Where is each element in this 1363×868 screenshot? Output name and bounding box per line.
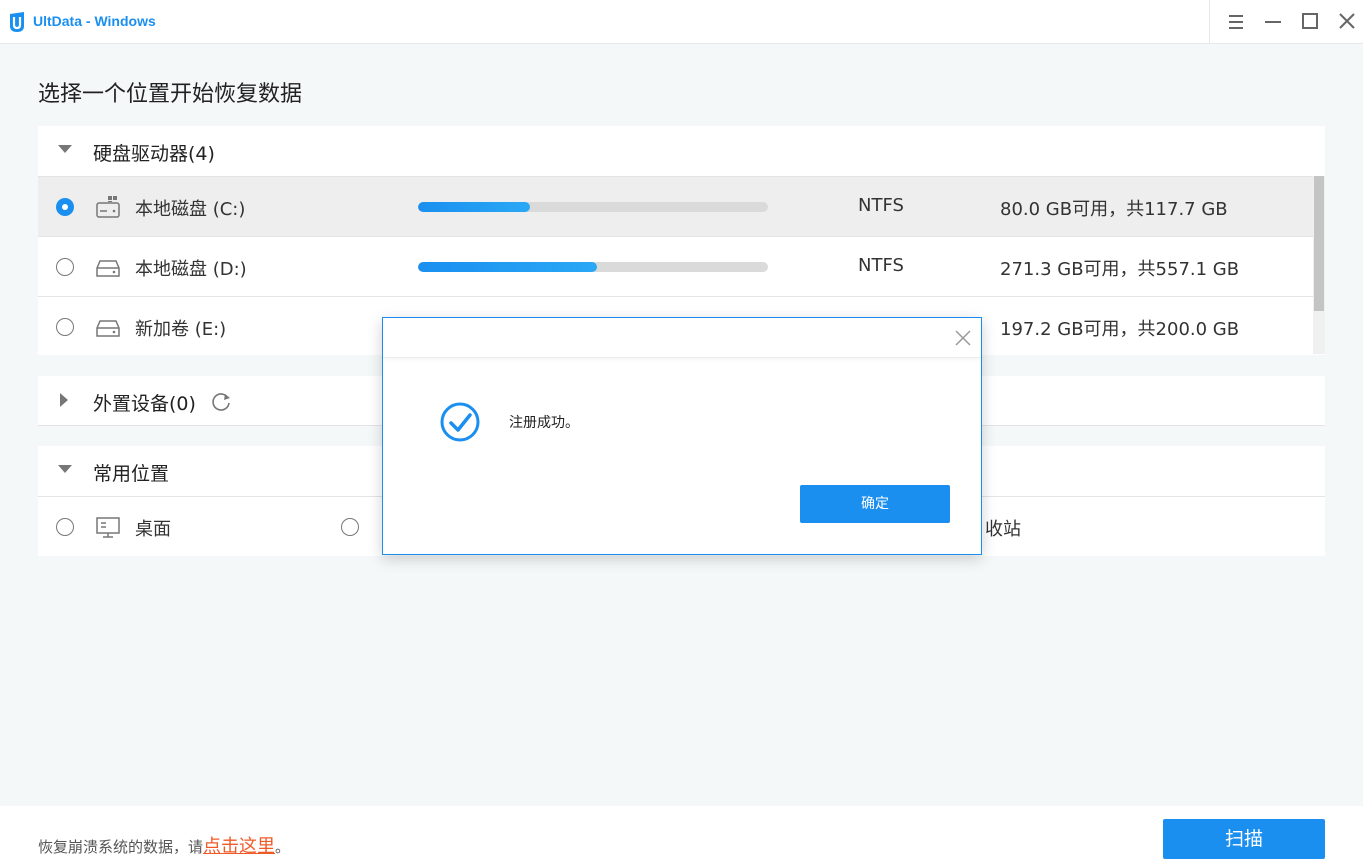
footer: 恢复崩溃系统的数据，请点击这里。 扫描 — [0, 806, 1363, 868]
drive-list-scrollbar[interactable] — [1313, 176, 1325, 354]
common-locations-label: 常用位置 — [93, 463, 170, 485]
success-check-icon — [440, 402, 480, 442]
hard-drive-icon — [96, 320, 120, 337]
location-radio-2[interactable] — [341, 518, 359, 536]
usage-fill-d — [418, 262, 597, 272]
drive-radio-e[interactable] — [56, 318, 74, 336]
hard-drives-label: 硬盘驱动器(4) — [93, 143, 215, 165]
location-name-recycle-bin: 收站 — [985, 519, 1021, 540]
scan-button[interactable]: 扫描 — [1163, 819, 1325, 859]
desktop-icon — [96, 517, 120, 538]
ultdata-logo-icon — [10, 12, 24, 32]
maximize-icon — [1302, 13, 1318, 29]
title-bar: UltData - Windows — [0, 0, 1363, 44]
dialog-header — [383, 318, 981, 358]
minimize-button[interactable] — [1260, 9, 1286, 35]
footer-text: 恢复崩溃系统的数据，请点击这里。 — [38, 832, 290, 858]
usage-fill-c — [418, 202, 530, 212]
app-title: UltData - Windows — [33, 13, 156, 29]
usage-bar-c — [418, 202, 768, 212]
caret-down-icon — [58, 465, 72, 473]
filesystem-c: NTFS — [858, 195, 904, 216]
crash-recovery-link[interactable]: 点击这里 — [203, 836, 275, 857]
capacity-e: 197.2 GB可用，共200.0 GB — [1000, 319, 1240, 340]
external-devices-label: 外置设备(0) — [93, 393, 196, 415]
drive-row-d[interactable]: 本地磁盘 (D:) NTFS 271.3 GB可用，共557.1 GB — [38, 237, 1313, 297]
drive-row-c[interactable]: 本地磁盘 (C:) NTFS 80.0 GB可用，共117.7 GB — [38, 177, 1313, 237]
location-name-desktop: 桌面 — [135, 519, 171, 540]
minimize-icon — [1265, 21, 1281, 23]
drive-name-d: 本地磁盘 (D:) — [135, 259, 247, 280]
drive-radio-c[interactable] — [56, 198, 74, 216]
capacity-d: 271.3 GB可用，共557.1 GB — [1000, 259, 1240, 280]
refresh-icon[interactable] — [210, 390, 232, 412]
confirm-button[interactable]: 确定 — [800, 485, 950, 523]
hard-drives-header[interactable]: 硬盘驱动器(4) — [38, 126, 1325, 176]
titlebar-divider — [1209, 0, 1210, 44]
dialog-message: 注册成功。 — [509, 415, 579, 431]
scroll-thumb[interactable] — [1314, 176, 1324, 311]
hard-drive-icon — [96, 260, 120, 277]
maximize-button[interactable] — [1297, 9, 1323, 35]
windows-drive-icon — [96, 196, 120, 218]
menu-icon — [1229, 15, 1243, 29]
footer-prefix: 恢复崩溃系统的数据，请 — [38, 838, 204, 856]
close-window-button[interactable] — [1334, 9, 1360, 35]
menu-button[interactable] — [1223, 9, 1249, 35]
capacity-c: 80.0 GB可用，共117.7 GB — [1000, 199, 1228, 220]
close-icon[interactable] — [953, 328, 973, 348]
page-title: 选择一个位置开始恢复数据 — [38, 82, 303, 107]
caret-down-icon — [58, 145, 72, 153]
location-desktop[interactable]: 桌面 — [38, 497, 318, 557]
filesystem-d: NTFS — [858, 255, 904, 276]
drive-name-e: 新加卷 (E:) — [135, 319, 227, 340]
close-icon — [1339, 13, 1355, 29]
drive-radio-d[interactable] — [56, 258, 74, 276]
footer-suffix: 。 — [275, 838, 291, 856]
drive-name-c: 本地磁盘 (C:) — [135, 199, 246, 220]
caret-right-icon — [60, 393, 68, 407]
location-radio-desktop[interactable] — [56, 518, 74, 536]
success-dialog: 注册成功。 确定 — [382, 317, 982, 555]
usage-bar-d — [418, 262, 768, 272]
